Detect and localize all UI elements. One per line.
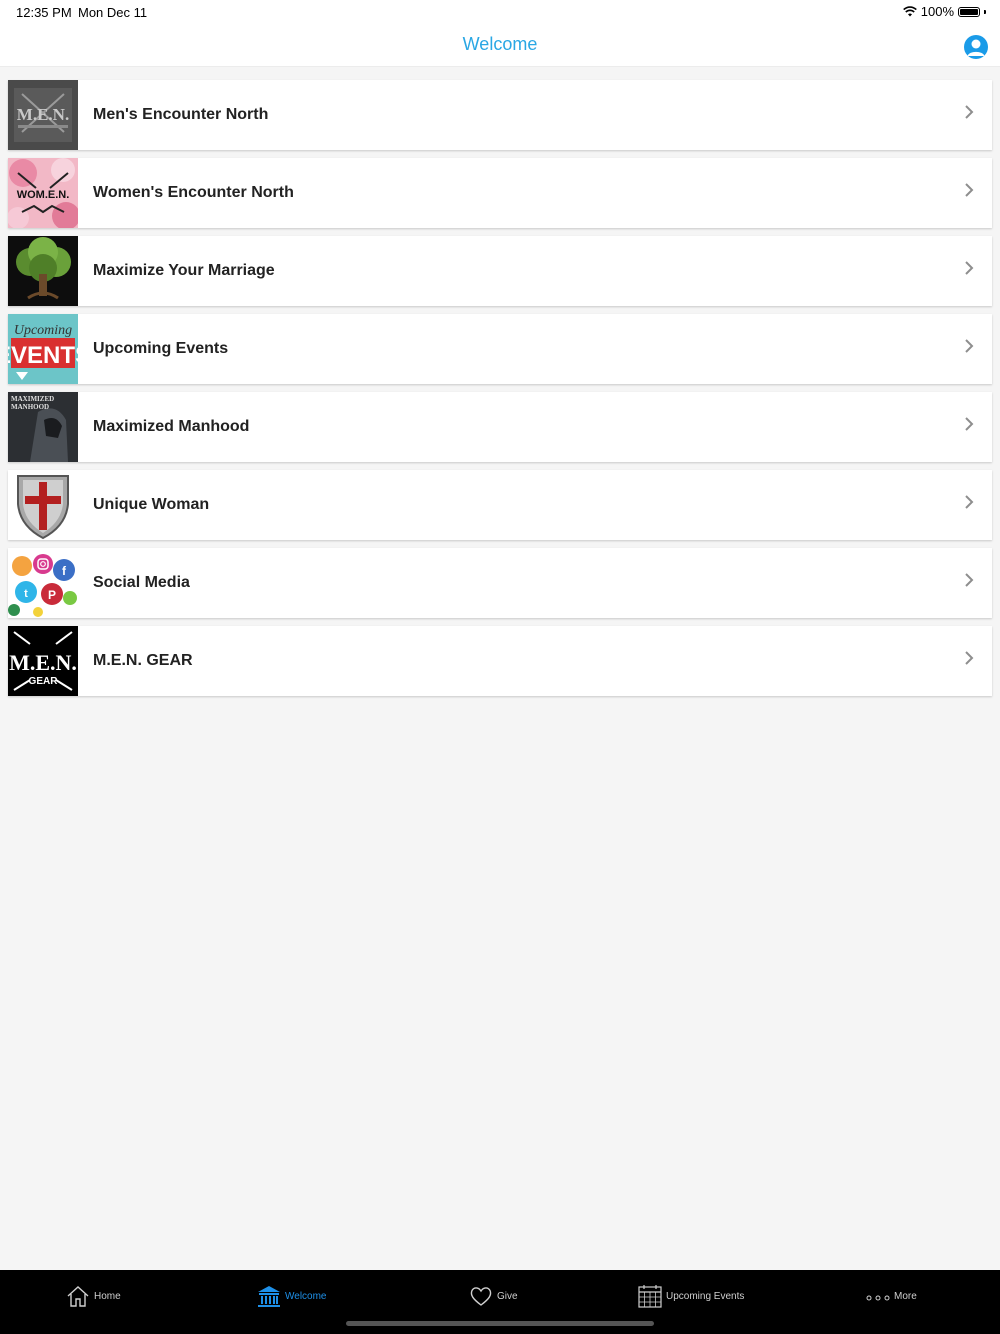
battery-percent: 100% — [920, 4, 954, 19]
profile-button[interactable] — [964, 35, 988, 59]
men-gear-thumb-word2: GEAR — [29, 676, 59, 687]
list-item-mens-encounter-north[interactable]: M.E.N. Men's Encounter North — [8, 80, 992, 150]
navigation-bar: Welcome — [0, 24, 1000, 67]
manhood-thumb-word1: MAXIMIZED — [11, 395, 54, 403]
manhood-thumb-word2: MANHOOD — [11, 403, 49, 411]
home-indicator[interactable] — [346, 1321, 654, 1326]
tab-home[interactable]: Home — [66, 1282, 121, 1310]
chevron-right-icon — [965, 105, 974, 119]
list-item-womens-encounter-north[interactable]: WOM.E.N. Women's Encounter North — [8, 158, 992, 228]
men-gear-thumbnail: M.E.N. GEAR — [8, 626, 78, 696]
tab-welcome-label: Welcome — [285, 1290, 327, 1302]
list-item-label: Men's Encounter North — [93, 106, 269, 123]
chevron-right-icon — [965, 495, 974, 509]
twitter-glyph: t — [24, 588, 28, 600]
tab-welcome[interactable]: Welcome — [257, 1282, 327, 1310]
list-item-social-media[interactable]: f P t Social Media — [8, 548, 992, 618]
list-item-label: Unique Woman — [93, 496, 210, 513]
list-item-label: M.E.N. GEAR — [93, 652, 193, 669]
status-indicators: 100% — [902, 4, 986, 19]
tab-give[interactable]: Give — [469, 1282, 518, 1310]
wifi-icon — [902, 6, 917, 17]
chevron-right-icon — [965, 651, 974, 665]
mens-encounter-thumbnail: M.E.N. — [8, 80, 78, 150]
home-icon — [67, 1286, 89, 1307]
calendar-icon — [638, 1285, 662, 1308]
chevron-right-icon — [965, 183, 974, 197]
list-item-label: Maximized Manhood — [93, 418, 250, 435]
chevron-right-icon — [965, 417, 974, 431]
upcoming-events-thumbnail: Upcoming EVENTS — [8, 314, 78, 384]
list-item-label: Social Media — [93, 574, 190, 591]
battery-tip — [984, 9, 986, 14]
events-thumb-word: EVENTS — [8, 342, 78, 369]
men-gear-thumb-word1: M.E.N. — [9, 650, 77, 675]
bank-icon — [258, 1286, 280, 1307]
chevron-right-icon — [965, 261, 974, 275]
tab-upcoming-events-label: Upcoming Events — [666, 1290, 745, 1302]
menu-list: M.E.N. Men's Encounter North WOM.E.N. Wo… — [8, 80, 992, 704]
more-icon — [866, 1295, 890, 1301]
list-item-unique-woman[interactable]: Unique Woman — [8, 470, 992, 540]
user-icon — [967, 39, 985, 56]
tab-home-label: Home — [94, 1290, 121, 1302]
maximized-manhood-thumbnail: MAXIMIZED MANHOOD — [8, 392, 78, 462]
status-time: 12:35 PM — [16, 5, 72, 20]
page-title: Welcome — [462, 34, 538, 54]
upcoming-thumb-word: Upcoming — [14, 323, 72, 338]
list-item-label: Upcoming Events — [93, 340, 229, 357]
list-item-maximized-manhood[interactable]: MAXIMIZED MANHOOD Maximized Manhood — [8, 392, 992, 462]
list-item-men-gear[interactable]: M.E.N. GEAR M.E.N. GEAR — [8, 626, 992, 696]
pinterest-glyph: P — [48, 588, 56, 602]
list-item-maximize-your-marriage[interactable]: Maximize Your Marriage — [8, 236, 992, 306]
tab-more-label: More — [894, 1290, 917, 1302]
social-media-thumbnail: f P t — [8, 548, 78, 618]
status-bar: 12:35 PM Mon Dec 11 100% — [0, 0, 1000, 24]
list-item-label: Maximize Your Marriage — [93, 262, 275, 279]
list-item-upcoming-events[interactable]: Upcoming EVENTS Upcoming Events — [8, 314, 992, 384]
heart-icon — [470, 1287, 492, 1306]
tab-give-label: Give — [497, 1290, 518, 1302]
tab-upcoming-events[interactable]: Upcoming Events — [638, 1282, 744, 1310]
chevron-right-icon — [965, 339, 974, 353]
status-date: Mon Dec 11 — [78, 5, 148, 20]
marriage-tree-thumbnail — [8, 236, 78, 306]
chevron-right-icon — [965, 573, 974, 587]
battery-icon — [958, 6, 980, 17]
shield-cross-thumbnail — [8, 470, 78, 540]
womens-thumb-text: WOM.E.N. — [17, 189, 70, 201]
tab-more[interactable]: More — [866, 1282, 917, 1310]
list-item-label: Women's Encounter North — [93, 184, 294, 201]
mens-thumb-text: M.E.N. — [17, 105, 69, 124]
womens-encounter-thumbnail: WOM.E.N. — [8, 158, 78, 228]
